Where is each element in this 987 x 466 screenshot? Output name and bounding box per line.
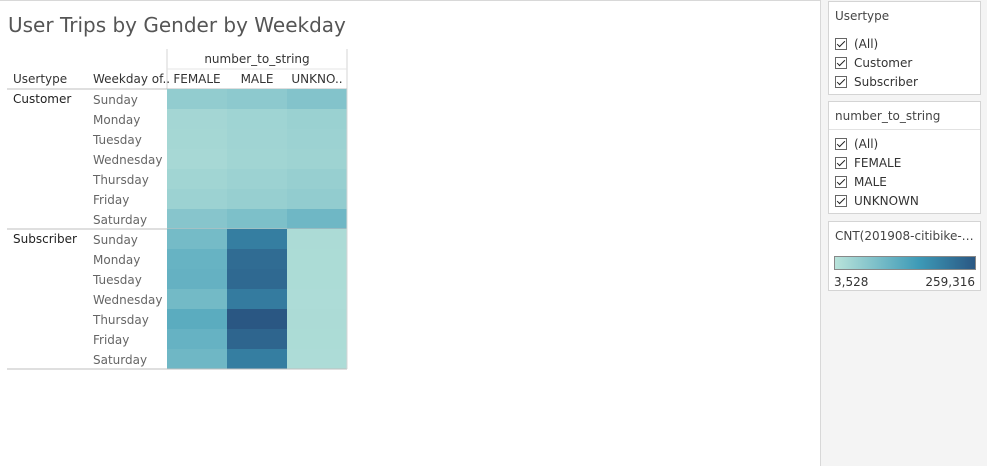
weekday-label: Sunday — [93, 93, 138, 107]
heatmap-cell — [167, 269, 227, 289]
heatmap-cell — [227, 289, 287, 309]
heatmap-cell — [227, 149, 287, 169]
usertype-filter-customer[interactable]: Customer — [835, 55, 912, 71]
heatmap-cell — [287, 129, 347, 149]
heatmap-cell — [227, 169, 287, 189]
heatmap-cell — [287, 249, 347, 269]
heatmap-cell — [167, 189, 227, 209]
card-divider — [829, 129, 980, 130]
filter-item-label: (All) — [854, 137, 879, 151]
heatmap-cell — [167, 329, 227, 349]
heatmap-cell — [227, 249, 287, 269]
main-view: User Trips by Gender by Weekday number_t… — [0, 0, 820, 466]
checkbox-icon[interactable] — [835, 38, 847, 50]
gender-filter-female[interactable]: FEMALE — [835, 155, 901, 171]
heatmap-cell — [227, 89, 287, 109]
heatmap-cell — [167, 109, 227, 129]
heatmap-cell — [167, 289, 227, 309]
filter-sidepanel: Usertype (All) Customer Subscriber numbe… — [820, 0, 987, 466]
heatmap-cell — [167, 169, 227, 189]
heatmap-cell — [287, 109, 347, 129]
color-legend-gradient — [834, 256, 976, 270]
heatmap-cell — [287, 289, 347, 309]
gender-filter-male[interactable]: MALE — [835, 174, 887, 190]
weekday-label: Tuesday — [92, 133, 142, 147]
column-header: MALE — [241, 72, 274, 86]
heatmap-cell — [227, 349, 287, 369]
heatmap-cell — [227, 189, 287, 209]
weekday-label: Friday — [93, 193, 129, 207]
weekday-label: Sunday — [93, 233, 138, 247]
heatmap-cell — [167, 229, 227, 249]
heatmap-cell — [167, 309, 227, 329]
heatmap-cell — [167, 129, 227, 149]
heatmap-cell — [227, 269, 287, 289]
heatmap-cell — [227, 129, 287, 149]
filter-item-label: Subscriber — [854, 75, 918, 89]
weekday-label: Monday — [93, 253, 140, 267]
checkbox-icon[interactable] — [835, 76, 847, 88]
heatmap-cell — [287, 149, 347, 169]
heatmap-cell — [227, 329, 287, 349]
color-legend-max-label: 259,316 — [925, 275, 975, 289]
heatmap-cell — [287, 309, 347, 329]
column-header: FEMALE — [173, 72, 220, 86]
weekday-label: Friday — [93, 333, 129, 347]
weekday-label: Thursday — [92, 173, 149, 187]
heatmap-cell — [227, 209, 287, 229]
color-legend-min-label: 3,528 — [834, 275, 869, 289]
weekday-label: Wednesday — [93, 293, 162, 307]
checkbox-icon[interactable] — [835, 157, 847, 169]
checkbox-icon[interactable] — [835, 195, 847, 207]
color-legend-card: CNT(201908-citibike-tr... 3,528 259,316 — [828, 221, 981, 291]
group-label: Subscriber — [13, 232, 77, 246]
heatmap-cell — [287, 329, 347, 349]
heatmap-cell — [167, 89, 227, 109]
filter-item-label: MALE — [854, 175, 887, 189]
chart-title: User Trips by Gender by Weekday — [8, 13, 346, 37]
row-header-weekday: Weekday of.. — [93, 72, 170, 86]
filter-item-label: Customer — [854, 56, 913, 70]
heatmap-cell — [167, 149, 227, 169]
heatmap-cell — [227, 109, 287, 129]
heatmap-cell — [287, 169, 347, 189]
gender-filter-all[interactable]: (All) — [835, 136, 878, 152]
weekday-label: Saturday — [93, 213, 147, 227]
checkbox-icon[interactable] — [835, 57, 847, 69]
usertype-filter-title: Usertype — [835, 9, 890, 23]
column-header: UNKNO.. — [291, 72, 342, 86]
heatmap-cell — [167, 349, 227, 369]
heatmap-cell — [287, 189, 347, 209]
heatmap-cell — [287, 349, 347, 369]
gender-filter-unknown[interactable]: UNKNOWN — [835, 193, 919, 209]
gender-filter-title: number_to_string — [835, 109, 941, 123]
heatmap-table: number_to_string FEMALE MALE UNKNO.. Usertyp… — [7, 49, 348, 370]
row-header-usertype: Usertype — [13, 72, 67, 86]
filter-item-label: (All) — [854, 37, 879, 51]
group-label: Customer — [13, 92, 71, 106]
weekday-label: Wednesday — [93, 153, 162, 167]
usertype-filter-subscriber[interactable]: Subscriber — [835, 74, 918, 90]
usertype-filter-card: Usertype (All) Customer Subscriber — [828, 1, 981, 95]
heatmap-cell — [287, 89, 347, 109]
checkbox-icon[interactable] — [835, 138, 847, 150]
color-legend-title: CNT(201908-citibike-tr... — [835, 229, 975, 243]
heatmap-cell — [287, 209, 347, 229]
weekday-label: Thursday — [92, 313, 149, 327]
weekday-label: Saturday — [93, 353, 147, 367]
heatmap-cell — [227, 309, 287, 329]
column-field-label: number_to_string — [204, 52, 309, 66]
gender-filter-card: number_to_string (All) FEMALE MALE UNKNO… — [828, 101, 981, 214]
heatmap-cell — [287, 269, 347, 289]
usertype-filter-all[interactable]: (All) — [835, 36, 878, 52]
heatmap-cell — [167, 209, 227, 229]
weekday-label: Tuesday — [92, 273, 142, 287]
weekday-label: Monday — [93, 113, 140, 127]
checkbox-icon[interactable] — [835, 176, 847, 188]
filter-item-label: FEMALE — [854, 156, 902, 170]
filter-item-label: UNKNOWN — [854, 194, 919, 208]
heatmap-cell — [167, 249, 227, 269]
heatmap-cell — [227, 229, 287, 249]
heatmap-cell — [287, 229, 347, 249]
